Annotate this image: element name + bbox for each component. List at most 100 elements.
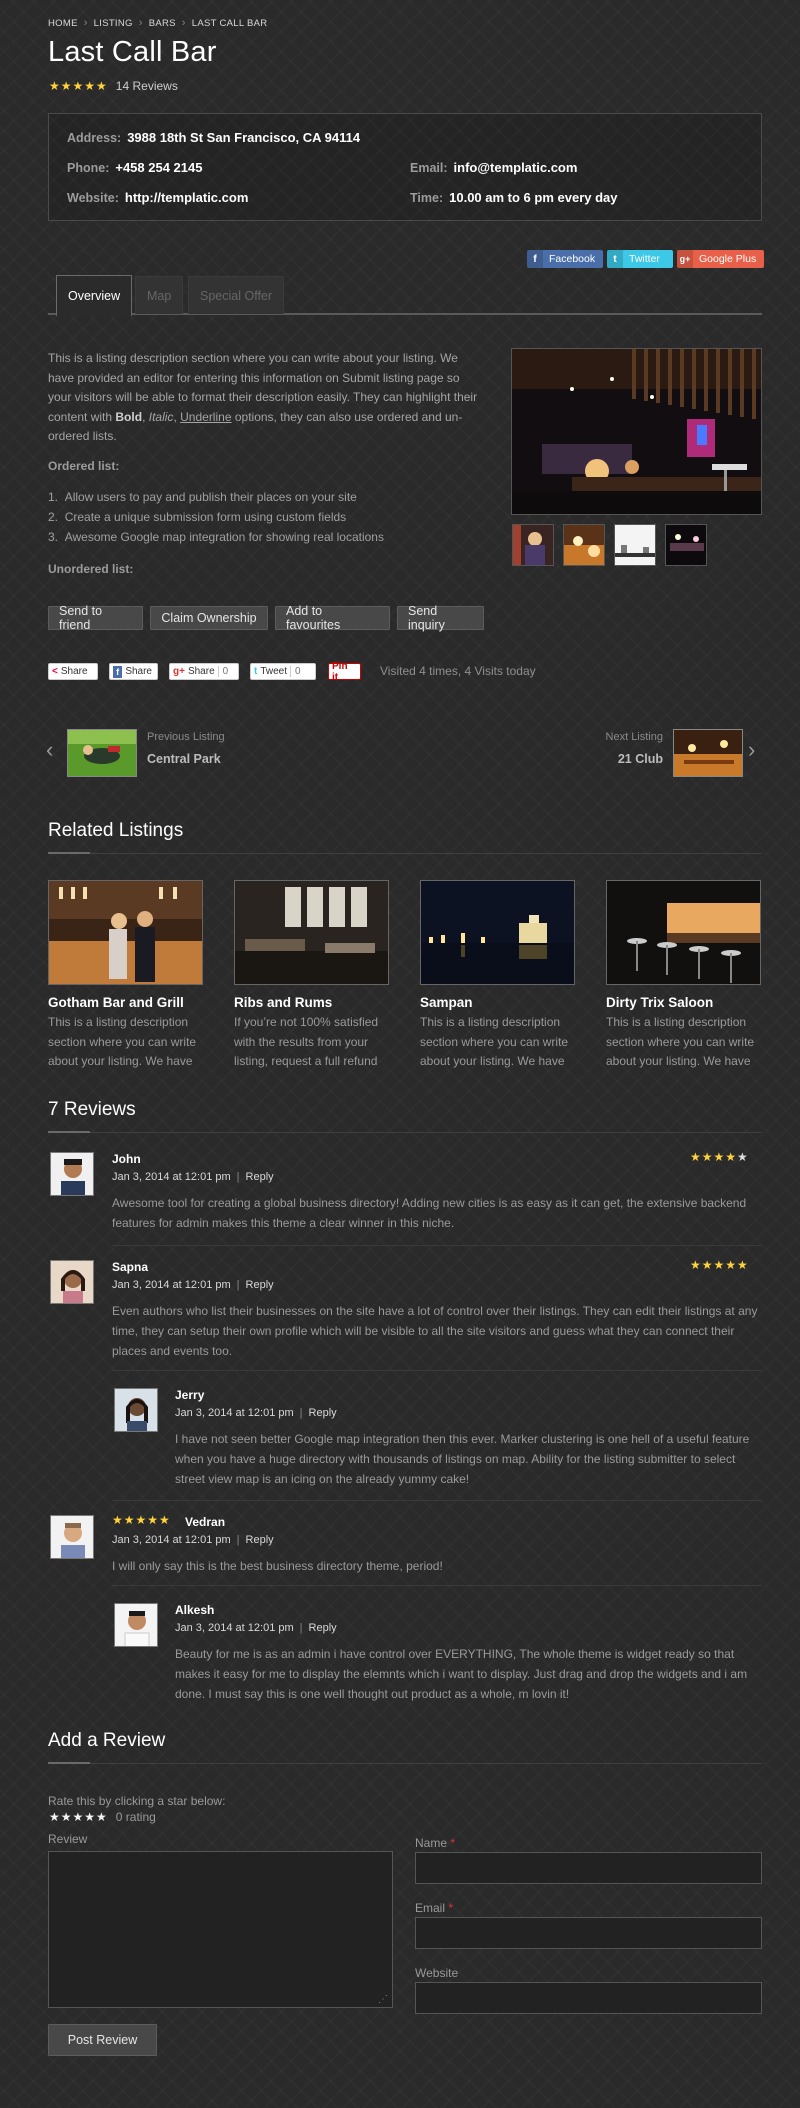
chevron-right-icon: › xyxy=(138,17,143,29)
review-text: Even authors who list their businesses o… xyxy=(112,1304,758,1358)
name-input[interactable] xyxy=(415,1852,762,1884)
related-listing-excerpt: This is a listing description section wh… xyxy=(606,1015,755,1068)
divider xyxy=(112,1245,762,1246)
send-inquiry-button[interactable]: Send inquiry xyxy=(397,604,484,632)
google-plus-icon: g+ xyxy=(677,250,693,268)
heading-accent xyxy=(48,1131,90,1133)
chevron-right-icon[interactable]: › xyxy=(748,737,755,763)
divider xyxy=(112,1500,762,1501)
next-listing-thumb[interactable] xyxy=(673,729,743,777)
related-listing-image[interactable] xyxy=(606,880,761,985)
related-listing-excerpt: If you’re not 100% satisfied with the re… xyxy=(234,1015,379,1068)
previous-listing-label: Previous Listing xyxy=(147,731,225,743)
review-label: Review xyxy=(48,1832,88,1846)
heading-accent xyxy=(48,1762,90,1764)
breadcrumb-listing[interactable]: LISTING xyxy=(94,18,133,29)
ordered-list-item: 1. Allow users to pay and publish their … xyxy=(48,490,357,504)
gallery-thumb[interactable] xyxy=(614,524,656,566)
google-share-button[interactable]: g+ Share 0 xyxy=(169,663,239,680)
reply-link[interactable]: Reply xyxy=(246,1279,274,1291)
next-listing-title[interactable]: 21 Club xyxy=(564,752,663,766)
gallery-thumb[interactable] xyxy=(563,524,605,566)
related-listing-title[interactable]: Gotham Bar and Grill xyxy=(48,995,203,1010)
related-listing-card[interactable]: Dirty Trix Saloon This is a listing desc… xyxy=(606,880,761,1072)
review-meta: Jan 3, 2014 at 12:01 pm | Reply xyxy=(112,1279,274,1291)
avatar xyxy=(114,1388,158,1432)
reviewer-name: Vedran xyxy=(185,1515,226,1529)
resize-handle-icon[interactable]: ⋰ xyxy=(378,1994,388,2005)
rating-value: 0 rating xyxy=(115,1810,156,1824)
address-row: Address: 3988 18th St San Francisco, CA … xyxy=(67,130,361,145)
previous-listing-thumb[interactable] xyxy=(67,729,137,777)
tweet-button[interactable]: t Tweet 0 xyxy=(250,663,316,680)
reply-link[interactable]: Reply xyxy=(246,1534,274,1546)
time-row: Time: 10.00 am to 6 pm every day xyxy=(410,190,618,205)
avatar xyxy=(50,1260,94,1304)
related-listing-card[interactable]: Gotham Bar and Grill This is a listing d… xyxy=(48,880,203,1072)
listing-info-box: Address: 3988 18th St San Francisco, CA … xyxy=(48,113,762,221)
gallery-thumb[interactable] xyxy=(512,524,554,566)
facebook-icon: f xyxy=(113,665,123,678)
pinit-button[interactable]: Pin it xyxy=(328,661,361,683)
reply-link[interactable]: Reply xyxy=(309,1622,337,1634)
ordered-list-item: 3. Awesome Google map integration for sh… xyxy=(48,530,384,544)
review-text: I have not seen better Google map integr… xyxy=(175,1432,750,1486)
previous-listing-title[interactable]: Central Park xyxy=(147,752,221,766)
unordered-list-heading: Unordered list: xyxy=(48,562,134,576)
related-listing-card[interactable]: Sampan This is a listing description sec… xyxy=(420,880,575,1072)
reply-link[interactable]: Reply xyxy=(246,1171,274,1183)
post-review-button[interactable]: Post Review xyxy=(48,2024,157,2056)
related-listing-image[interactable] xyxy=(48,880,203,985)
related-listing-excerpt: This is a listing description section wh… xyxy=(48,1015,197,1068)
reviews-count-link[interactable]: 14 Reviews xyxy=(116,79,178,93)
reviewer-name: Jerry xyxy=(175,1388,205,1402)
main-listing-photo[interactable] xyxy=(511,348,762,515)
tab-special-offer[interactable]: Special Offer xyxy=(188,276,285,314)
twitter-button[interactable]: t Twitter xyxy=(607,250,673,268)
name-label: Name * xyxy=(415,1836,456,1850)
twitter-icon: t xyxy=(254,666,258,677)
google-plus-button[interactable]: g+ Google Plus xyxy=(677,250,764,268)
share-icon: < xyxy=(52,666,58,677)
facebook-button[interactable]: f Facebook xyxy=(527,250,603,268)
share-button[interactable]: < Share xyxy=(48,663,98,680)
reviewer-name: Alkesh xyxy=(175,1603,215,1617)
review-meta: Jan 3, 2014 at 12:01 pm | Reply xyxy=(112,1534,274,1546)
facebook-share-button[interactable]: f Share xyxy=(109,663,158,680)
review-date: Jan 3, 2014 at 12:01 pm xyxy=(175,1407,294,1419)
related-listing-title[interactable]: Dirty Trix Saloon xyxy=(606,995,761,1010)
related-listing-image[interactable] xyxy=(234,880,389,985)
review-rating-stars-icon: ★★★★★ xyxy=(690,1150,749,1164)
breadcrumb-current: LAST CALL BAR xyxy=(191,17,268,29)
email-link[interactable]: info@templatic.com xyxy=(454,160,578,175)
reply-link[interactable]: Reply xyxy=(309,1407,337,1419)
send-to-friend-button[interactable]: Send to friend xyxy=(48,604,143,632)
ordered-list-heading: Ordered list: xyxy=(48,459,120,473)
related-listing-image[interactable] xyxy=(420,880,575,985)
tab-overview[interactable]: Overview xyxy=(56,275,133,317)
related-listing-title[interactable]: Sampan xyxy=(420,995,575,1010)
breadcrumb-bars[interactable]: BARS xyxy=(149,18,176,29)
rating-stars-icon[interactable]: ★★★★★ xyxy=(49,1810,108,1824)
related-listing-excerpt: This is a listing description section wh… xyxy=(420,1015,569,1068)
reviewer-name: Sapna xyxy=(112,1260,149,1274)
visit-counter: Visited 4 times, 4 Visits today xyxy=(380,664,536,678)
review-textarea[interactable]: ⋰ xyxy=(48,1851,393,2008)
related-listing-card[interactable]: Ribs and Rums If you’re not 100% satisfi… xyxy=(234,880,389,1072)
chevron-left-icon[interactable]: ‹ xyxy=(46,737,53,763)
rating-summary: ★★★★★ 14 Reviews xyxy=(49,79,178,93)
gallery-thumb[interactable] xyxy=(665,524,707,566)
claim-ownership-button[interactable]: Claim Ownership xyxy=(150,606,268,630)
divider xyxy=(112,1585,762,1586)
add-to-favourites-button[interactable]: Add to favourites xyxy=(275,604,390,632)
related-listings-heading: Related Listings xyxy=(48,820,184,841)
website-input[interactable] xyxy=(415,1982,762,2014)
chevron-right-icon: › xyxy=(181,17,186,29)
tab-map[interactable]: Map xyxy=(135,276,184,314)
email-input[interactable] xyxy=(415,1917,762,1949)
reviewer-name: John xyxy=(112,1152,141,1166)
website-link[interactable]: http://templatic.com xyxy=(125,190,249,205)
breadcrumb-home[interactable]: HOME xyxy=(48,18,78,29)
related-listing-title[interactable]: Ribs and Rums xyxy=(234,995,389,1010)
review-meta: Jan 3, 2014 at 12:01 pm | Reply xyxy=(175,1622,337,1634)
